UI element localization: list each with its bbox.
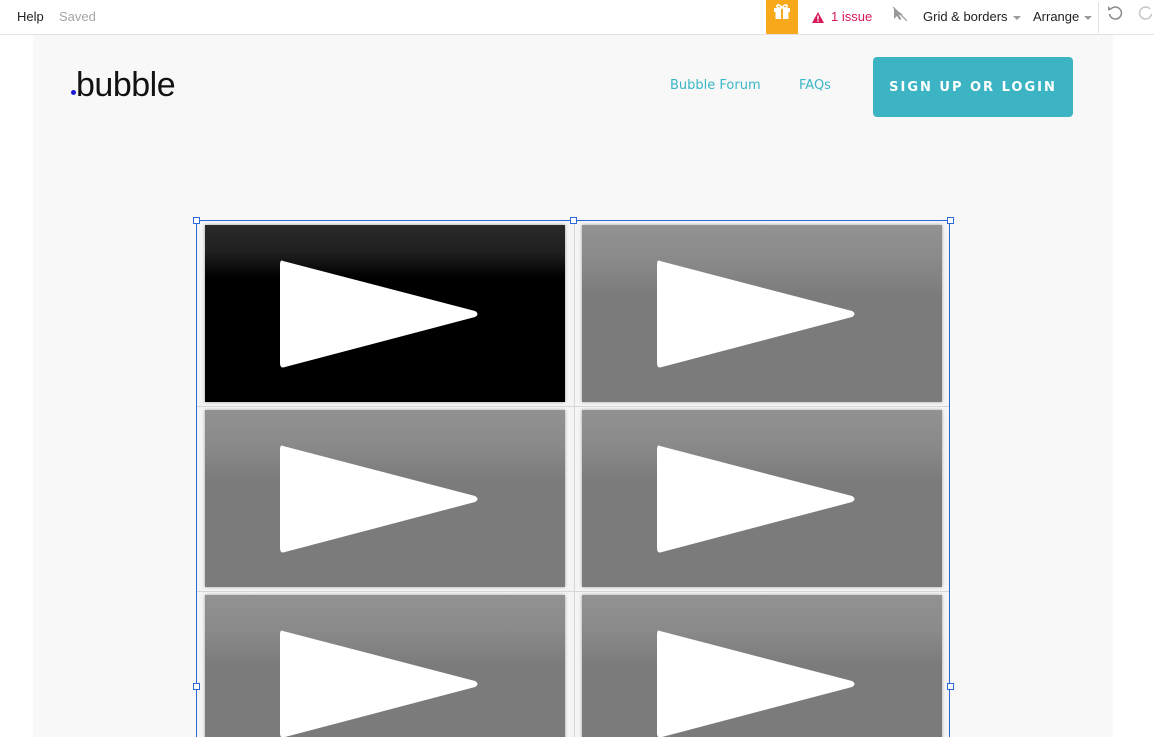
resize-handle[interactable]	[193, 217, 200, 224]
page-canvas: bubble Bubble Forum FAQs SIGN UP OR LOGI…	[33, 35, 1113, 737]
play-icon	[657, 445, 855, 553]
resize-handle[interactable]	[947, 217, 954, 224]
video-thumbnail[interactable]	[205, 595, 565, 737]
video-thumbnail[interactable]	[205, 225, 565, 402]
grid-column-divider	[574, 221, 575, 737]
video-thumbnail[interactable]	[205, 410, 565, 587]
resize-handle[interactable]	[193, 683, 200, 691]
play-icon	[280, 630, 478, 737]
resize-handle[interactable]	[947, 683, 954, 691]
sign-up-login-button[interactable]: SIGN UP OR LOGIN	[873, 57, 1073, 117]
play-icon	[280, 445, 478, 553]
redo-button[interactable]	[1138, 0, 1154, 34]
issues-indicator[interactable]: 1 issue	[812, 0, 872, 34]
play-icon	[657, 630, 855, 737]
undo-button[interactable]	[1106, 0, 1124, 34]
save-status: Saved	[59, 9, 96, 24]
chevron-down-icon	[1084, 15, 1093, 20]
logo-text: bubble	[76, 66, 176, 104]
undo-icon	[1107, 0, 1123, 34]
gift-button[interactable]	[766, 0, 798, 34]
nav-link-faqs[interactable]: FAQs	[799, 75, 831, 97]
arrange-menu[interactable]: Arrange	[1033, 0, 1093, 34]
help-menu[interactable]: Help	[17, 0, 44, 34]
bubble-logo[interactable]: bubble	[71, 65, 176, 105]
video-thumbnail[interactable]	[582, 225, 942, 402]
video-repeating-group[interactable]	[193, 217, 954, 737]
arrange-label: Arrange	[1033, 9, 1080, 24]
toolbar-divider	[1098, 2, 1099, 33]
inspect-cursor-button[interactable]	[892, 0, 908, 34]
nav-link-forum[interactable]: Bubble Forum	[670, 75, 761, 97]
editor-toolbar: Help Saved 1 issue Grid & borders Arrang…	[0, 0, 1154, 35]
logo-dot	[71, 90, 76, 95]
play-icon	[657, 260, 855, 368]
play-icon	[280, 260, 478, 368]
chevron-down-icon	[1012, 15, 1021, 20]
grid-row-divider	[197, 591, 949, 592]
grid-borders-menu[interactable]: Grid & borders	[923, 0, 1021, 34]
resize-handle[interactable]	[570, 217, 577, 224]
issues-label: 1 issue	[831, 9, 873, 24]
grid-row-divider	[197, 406, 949, 407]
warning-icon	[812, 12, 824, 24]
cursor-icon	[892, 0, 908, 34]
redo-icon	[1138, 0, 1154, 34]
video-thumbnail[interactable]	[582, 410, 942, 587]
gift-icon	[772, 0, 792, 34]
grid-borders-label: Grid & borders	[923, 9, 1008, 24]
video-thumbnail[interactable]	[582, 595, 942, 737]
